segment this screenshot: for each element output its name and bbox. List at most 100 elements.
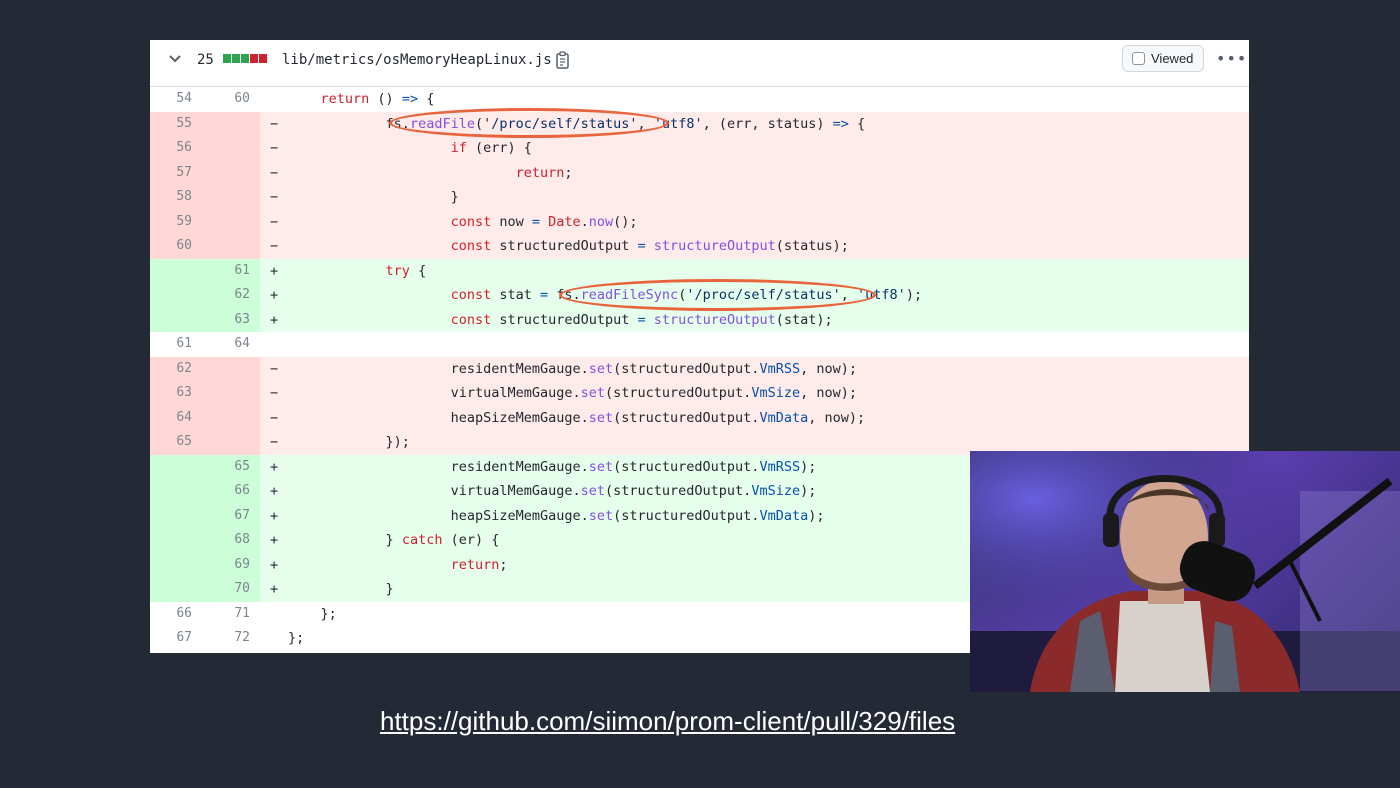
old-line-number[interactable]: 57 xyxy=(150,160,202,185)
new-line-number[interactable] xyxy=(202,405,260,430)
new-line-number[interactable]: 60 xyxy=(202,87,260,112)
new-line-number[interactable]: 62 xyxy=(202,283,260,308)
code-token: }; xyxy=(320,605,337,622)
old-line-number[interactable] xyxy=(150,258,202,283)
new-line-number[interactable] xyxy=(202,136,260,161)
code-token: { xyxy=(418,91,435,107)
new-line-number[interactable]: 64 xyxy=(202,332,260,357)
new-line-number[interactable]: 65 xyxy=(202,454,260,479)
new-line-number[interactable]: 61 xyxy=(202,258,260,283)
code-token: (structuredOutput. xyxy=(613,360,760,377)
file-name[interactable]: lib/metrics/osMemoryHeapLinux.js xyxy=(282,52,552,68)
code-token: return xyxy=(320,91,370,107)
viewed-checkbox-button[interactable]: Viewed xyxy=(1122,45,1204,72)
diff-marker: − xyxy=(270,385,279,401)
code-token: (er) { xyxy=(442,532,500,548)
new-line-number[interactable]: 69 xyxy=(202,552,260,577)
new-line-number[interactable]: 71 xyxy=(202,602,260,627)
old-line-number[interactable]: 55 xyxy=(150,111,202,136)
old-line-number[interactable]: 61 xyxy=(150,332,202,357)
new-line-number[interactable] xyxy=(202,185,260,210)
clipboard-icon xyxy=(556,51,569,69)
code-token: const xyxy=(450,213,492,230)
code-token: = xyxy=(531,213,540,230)
new-line-number[interactable] xyxy=(202,356,260,381)
diff-line-del: 56 − if (err) { xyxy=(150,136,1249,161)
code-text: residentMemGauge.set(structuredOutput.Vm… xyxy=(288,455,817,479)
code-text: virtualMemGauge.set(structuredOutput.VmS… xyxy=(288,381,857,405)
code-token: structureOutput xyxy=(653,238,776,254)
new-line-number[interactable] xyxy=(202,381,260,406)
code-token: heapSizeMemGauge. xyxy=(450,409,589,426)
old-line-number[interactable]: 59 xyxy=(150,209,202,234)
old-line-number[interactable] xyxy=(150,283,202,308)
old-line-number[interactable] xyxy=(150,528,202,553)
code-token: set xyxy=(588,507,614,524)
code-token: set xyxy=(588,409,614,426)
code-token: heapSizeMemGauge. xyxy=(450,507,589,524)
diff-marker: + xyxy=(270,262,279,279)
diffstat-block xyxy=(223,54,231,63)
new-line-number[interactable]: 66 xyxy=(202,479,260,504)
diff-marker: − xyxy=(270,213,279,230)
old-line-number[interactable] xyxy=(150,307,202,332)
code-token: ; xyxy=(564,164,573,181)
code-token: VmData xyxy=(759,409,809,426)
code-token: (structuredOutput. xyxy=(605,483,752,499)
code-text: return; xyxy=(288,161,573,185)
code-token: (stat); xyxy=(775,311,833,328)
diff-line-del: 55− fs.readFile('/proc/self/status', 'ut… xyxy=(150,111,1249,136)
code-token: , now); xyxy=(800,360,857,377)
old-line-number[interactable]: 60 xyxy=(150,234,202,259)
old-line-number[interactable]: 67 xyxy=(150,626,202,651)
old-line-number[interactable] xyxy=(150,577,202,602)
code-token: now xyxy=(588,213,614,230)
code-text: }; xyxy=(288,626,304,650)
new-line-number[interactable] xyxy=(202,430,260,455)
code-text: virtualMemGauge.set(structuredOutput.VmS… xyxy=(288,479,817,503)
new-line-number[interactable]: 72 xyxy=(202,626,260,651)
old-line-number[interactable]: 66 xyxy=(150,602,202,627)
more-options-icon[interactable]: ••• xyxy=(1216,49,1247,68)
diff-marker: + xyxy=(270,287,279,303)
chevron-down-icon[interactable] xyxy=(168,50,188,70)
code-text: heapSizeMemGauge.set(structuredOutput.Vm… xyxy=(288,406,866,430)
old-line-number[interactable]: 56 xyxy=(150,136,202,161)
code-token: if xyxy=(450,140,467,156)
old-line-number[interactable] xyxy=(150,479,202,504)
pull-request-link[interactable]: https://github.com/siimon/prom-client/pu… xyxy=(380,706,955,737)
diff-marker: + xyxy=(270,458,279,475)
code-token: residentMemGauge. xyxy=(450,458,589,475)
code-token: (err) { xyxy=(466,140,532,156)
new-line-number[interactable] xyxy=(202,111,260,136)
viewed-checkbox[interactable] xyxy=(1132,52,1145,65)
old-line-number[interactable] xyxy=(150,552,202,577)
old-line-number[interactable]: 65 xyxy=(150,430,202,455)
new-line-number[interactable] xyxy=(202,160,260,185)
old-line-number[interactable]: 58 xyxy=(150,185,202,210)
code-token: (structuredOutput. xyxy=(605,385,752,401)
old-line-number[interactable]: 62 xyxy=(150,356,202,381)
old-line-number[interactable]: 64 xyxy=(150,405,202,430)
diff-line-add: 63 + const structuredOutput = structureOu… xyxy=(150,307,1249,332)
code-token: stat xyxy=(491,287,540,303)
code-token: } xyxy=(385,581,394,597)
diffstat-block xyxy=(259,54,267,63)
code-token: VmRSS xyxy=(759,360,801,377)
old-line-number[interactable] xyxy=(150,503,202,528)
new-line-number[interactable] xyxy=(202,234,260,259)
old-line-number[interactable]: 54 xyxy=(150,87,202,112)
chevron-down-icon-svg xyxy=(169,55,181,63)
copy-icon[interactable] xyxy=(555,51,571,69)
new-line-number[interactable]: 70 xyxy=(202,577,260,602)
old-line-number[interactable] xyxy=(150,454,202,479)
old-line-number[interactable]: 63 xyxy=(150,381,202,406)
code-token: , now); xyxy=(808,409,866,426)
new-line-number[interactable]: 63 xyxy=(202,307,260,332)
new-line-number[interactable]: 68 xyxy=(202,528,260,553)
new-line-number[interactable]: 67 xyxy=(202,503,260,528)
code-token: ; xyxy=(499,556,508,573)
new-line-number[interactable] xyxy=(202,209,260,234)
